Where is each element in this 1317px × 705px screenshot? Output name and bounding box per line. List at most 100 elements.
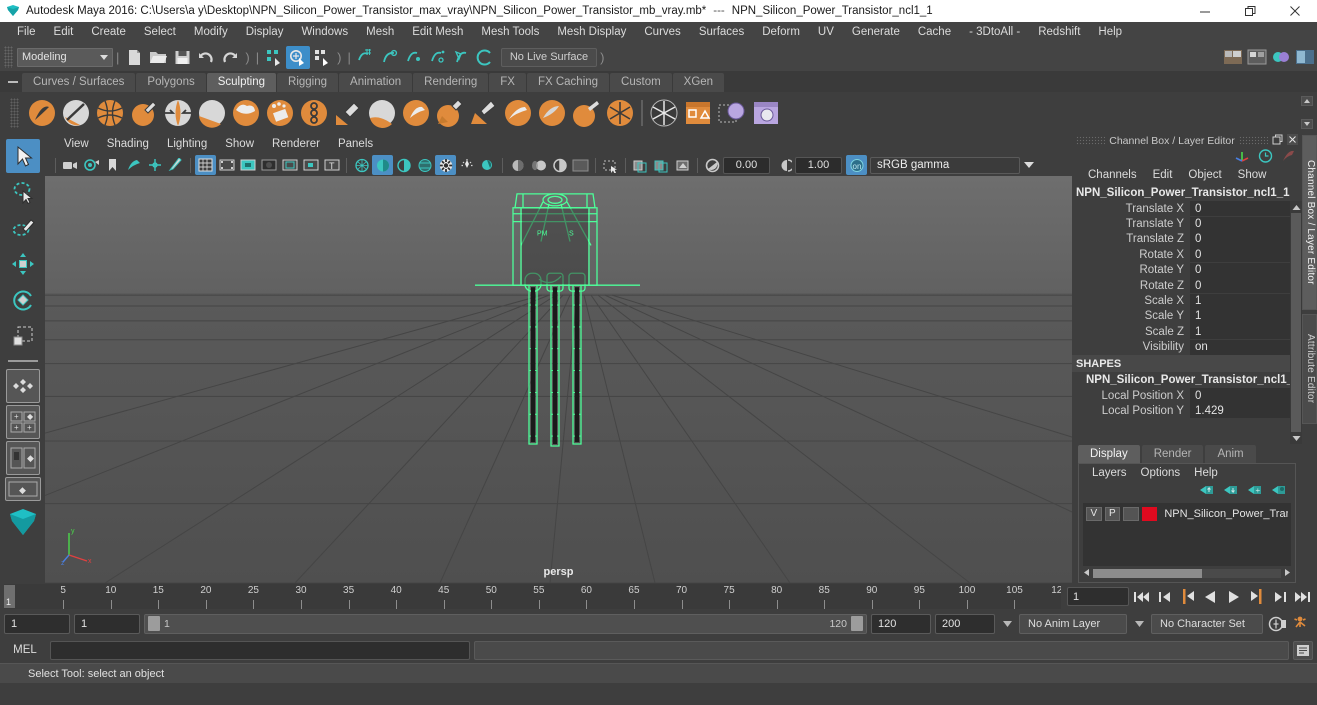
scrollbar-thumb[interactable] [1093,569,1203,578]
cb-menu-object[interactable]: Object [1180,169,1229,181]
chevron-up-icon[interactable] [1301,96,1313,106]
timeline-ruler[interactable]: 1 5 10 15 20 25 30 35 40 45 50 55 60 65 … [4,584,1061,609]
scrollbar-thumb[interactable] [1291,213,1301,432]
transform-axis-icon[interactable] [1234,149,1250,166]
scroll-down-icon[interactable] [1290,432,1302,444]
snap-to-projected-center-icon[interactable] [426,46,450,69]
relax-icon[interactable] [93,96,127,130]
script-editor-icon[interactable] [1293,640,1313,660]
le-menu-help[interactable]: Help [1187,467,1225,479]
undo-icon[interactable] [194,46,218,69]
chevron-down-icon[interactable] [999,614,1015,634]
chevron-left-icon[interactable] [1083,568,1091,580]
camera-attributes-icon[interactable] [81,155,102,175]
render-view-icon[interactable] [1221,46,1245,69]
live-surface-field[interactable]: No Live Surface [500,47,598,67]
shelf-grip[interactable] [10,97,19,128]
color-management-icon[interactable]: on [846,155,867,175]
move-layer-down-icon[interactable] [1223,484,1239,499]
menu-deform[interactable]: Deform [753,22,809,43]
snap-to-view-plane-icon[interactable] [450,46,474,69]
snap-to-curve-icon[interactable] [378,46,402,69]
command-input[interactable] [50,640,470,660]
menu-uv[interactable]: UV [809,22,843,43]
bookmark-icon[interactable] [102,155,123,175]
animation-start-time-field[interactable]: 1 [4,613,70,634]
channel-value[interactable]: 1 [1190,324,1302,340]
render-icon[interactable] [1281,149,1296,166]
grab-icon[interactable] [127,96,161,130]
move-layer-up-icon[interactable] [1199,484,1215,499]
channel-value[interactable]: 1.429 [1190,403,1302,419]
save-scene-icon[interactable] [170,46,194,69]
spray-icon[interactable] [263,96,297,130]
pinch-icon[interactable] [161,96,195,130]
go-to-end-icon[interactable] [1292,586,1313,607]
layer-list-hscrollbar[interactable] [1083,568,1291,579]
side-tab-attribute-editor[interactable]: Attribute Editor [1302,314,1317,424]
step-back-key-icon[interactable] [1154,586,1175,607]
new-scene-icon[interactable] [122,46,146,69]
redo-icon[interactable] [218,46,242,69]
film-origin-icon[interactable] [279,155,300,175]
viewport-menu-renderer[interactable]: Renderer [263,135,329,154]
select-tool[interactable] [5,139,40,173]
open-scene-icon[interactable] [146,46,170,69]
restore-icon[interactable] [1227,0,1272,22]
isolate-select-icon[interactable] [600,155,621,175]
channel-value[interactable]: 1 [1190,293,1302,309]
persp-outliner-layout[interactable]: ◆ [5,441,40,475]
two-d-pan-zoom-icon[interactable] [144,155,165,175]
viewport-menu-show[interactable]: Show [216,135,263,154]
animation-end-time-field[interactable]: 200 [935,613,995,634]
anim-clock-icon[interactable] [1258,148,1273,166]
scrollbar-track[interactable] [1093,569,1281,578]
screen-space-ao-icon[interactable] [507,155,528,175]
menu-create[interactable]: Create [82,22,135,43]
channel-value[interactable]: 0 [1190,231,1302,247]
select-camera-icon[interactable] [60,155,81,175]
smooth-icon[interactable] [59,96,93,130]
le-menu-options[interactable]: Options [1134,467,1188,479]
auto-keyframe-icon[interactable] [1267,613,1288,634]
scrape-icon[interactable] [399,96,433,130]
new-layer-icon[interactable]: + [1247,484,1263,499]
channel-box-attribute-list[interactable]: Translate X 0 Translate Y 0 Translate Z 0 R… [1072,201,1302,444]
panel-grip-right[interactable] [1238,136,1268,145]
four-view-layout[interactable]: + ◆ + + [5,405,40,439]
menu-file[interactable]: File [8,22,45,43]
bulge-icon[interactable] [535,96,569,130]
color-management-select[interactable]: sRGB gamma [870,156,1020,174]
command-line-label[interactable]: MEL [4,644,46,656]
smear-icon[interactable] [501,96,535,130]
statusline-grip[interactable] [4,46,13,68]
close-icon[interactable] [1287,133,1298,148]
single-perspective-layout[interactable] [5,369,40,403]
list-item[interactable]: V P NPN_Silicon_Power_Tran [1086,506,1288,521]
menu-mesh-tools[interactable]: Mesh Tools [472,22,548,43]
range-start-field[interactable]: 1 [74,613,140,634]
menu-cache[interactable]: Cache [909,22,960,43]
paint-select-tool[interactable] [6,211,40,245]
menu-redshift[interactable]: Redshift [1029,22,1089,43]
side-tab-channel-box[interactable]: Channel Box / Layer Editor [1302,135,1317,310]
fill-icon[interactable] [433,96,467,130]
image-plane-icon[interactable] [123,155,144,175]
viewport-menu-shading[interactable]: Shading [98,135,158,154]
step-forward-key-icon[interactable] [1269,586,1290,607]
sculpt-options-icon[interactable] [715,96,749,130]
chevron-down-icon[interactable] [1020,157,1037,174]
menu-3dtoall[interactable]: - 3DtoAll - [960,22,1029,43]
shelf-tab-menu-icon[interactable] [6,71,20,92]
shelf-tab-custom[interactable]: Custom [610,73,672,92]
move-tool[interactable] [6,247,40,281]
shelf-tab-rendering[interactable]: Rendering [413,73,489,92]
step-back-frame-icon[interactable] [1177,586,1198,607]
channel-box-scrollbar[interactable] [1290,201,1302,444]
new-layer-from-selected-icon[interactable] [1271,484,1287,499]
channel-value[interactable]: 0 [1190,278,1302,294]
menu-mesh-display[interactable]: Mesh Display [548,22,635,43]
convert-icon[interactable] [647,96,681,130]
use-all-lights-icon[interactable] [456,155,477,175]
le-menu-layers[interactable]: Layers [1085,467,1134,479]
